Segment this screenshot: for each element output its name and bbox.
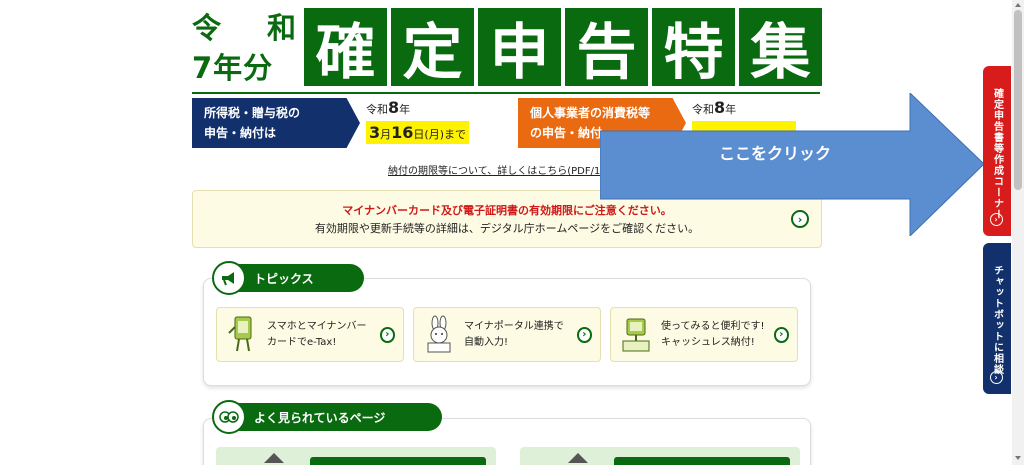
until-label: まで: [444, 128, 466, 141]
smartphone-character-icon: [228, 316, 252, 351]
topic-card-line1: マイナポータル連携で: [464, 320, 564, 332]
annotation-arrow: [600, 93, 984, 236]
year-prefix: 令和: [366, 103, 388, 116]
popular-card-bar: [310, 457, 486, 465]
title-char: 特: [652, 8, 735, 88]
income-label-line1: 所得税・贈与税の: [204, 106, 301, 120]
title-char: 申: [478, 8, 561, 88]
month-unit: 月: [380, 128, 392, 141]
creation-corner-label: 確定申告書等作成コーナー: [991, 88, 1003, 220]
megaphone-icon: [212, 261, 246, 295]
era-char-wa: 和: [266, 11, 296, 45]
chevron-right-icon: ›: [990, 371, 1003, 384]
income-deadline-year: 令和8年: [366, 98, 469, 117]
chevron-right-icon: ›: [773, 326, 789, 343]
income-tax-deadline-label: 所得税・贈与税の 申告・納付は: [192, 98, 360, 148]
computer-character-icon: [622, 318, 650, 351]
house-icon: [568, 453, 588, 463]
title-char: 定: [391, 8, 474, 88]
title-char: 確: [304, 8, 387, 88]
era-year: 7年分: [192, 51, 274, 85]
topics-panel: スマホとマイナンバー カードでe-Tax! › マイナポータル連携で 自動入力! ›…: [203, 278, 811, 386]
month-number: 3: [369, 123, 381, 142]
topic-card-line2: カードでe-Tax!: [267, 336, 337, 348]
chevron-right-icon: ›: [379, 326, 395, 343]
house-icon: [264, 453, 284, 463]
weekday: (月): [424, 128, 444, 141]
income-deadline-monthday: 3月16日(月)まで: [366, 121, 469, 144]
title-char: 集: [739, 8, 822, 88]
topic-card-line2: 自動入力!: [464, 336, 509, 348]
chatbot-label: チャットボットに相談: [991, 265, 1003, 375]
day-number: 16: [391, 123, 414, 142]
scroll-up-arrow-icon[interactable]: [1015, 3, 1021, 7]
tax-return-creation-corner-tab[interactable]: 確定申告書等作成コーナー ›: [983, 66, 1011, 236]
topic-card-smartphone-etax[interactable]: スマホとマイナンバー カードでe-Tax! ›: [216, 307, 404, 362]
topic-card-line1: 使ってみると便利です!: [661, 320, 765, 332]
deadline-details-link[interactable]: 納付の期限等について、詳しくはこちら(PDF/1.7M: [388, 162, 618, 177]
topics-heading: トピックス: [212, 261, 364, 295]
popular-card[interactable]: [520, 447, 800, 465]
rabbit-character-icon: [427, 315, 451, 352]
popular-card-bar: [614, 457, 790, 465]
era-label: 令 和 7年分: [192, 8, 302, 88]
topic-card-line1: スマホとマイナンバー: [267, 320, 367, 332]
income-label-line2: 申告・納付は: [204, 126, 277, 140]
page-title: 確 定 申 告 特 集: [304, 8, 822, 88]
chevron-right-icon: ›: [576, 326, 592, 343]
scroll-down-arrow-icon[interactable]: [1015, 456, 1021, 460]
year-suffix: 年: [399, 103, 411, 116]
income-tax-deadline-date: 令和8年 3月16日(月)まで: [366, 98, 469, 144]
year-number: 8: [388, 98, 400, 117]
era-char-rei: 令: [192, 11, 222, 45]
topic-card-line2: キャッシュレス納付!: [661, 336, 755, 348]
topic-card-cashless-payment[interactable]: 使ってみると便利です! キャッシュレス納付! ›: [610, 307, 798, 362]
day-unit: 日: [413, 128, 425, 141]
tax-return-special-page: 令和 7年分 確 定 申 告 特 集 所得税・贈与税の 申告・納付は 令和8年 …: [0, 0, 1024, 465]
chevron-right-icon: ›: [990, 213, 1003, 226]
popular-heading-text: よく見られているページ: [254, 410, 386, 425]
eyes-icon: [212, 400, 246, 434]
scroll-thumb[interactable]: [1014, 10, 1022, 190]
topics-heading-text: トピックス: [254, 271, 314, 286]
title-char: 告: [565, 8, 648, 88]
chatbot-tab[interactable]: チャットボットに相談 ›: [983, 243, 1011, 394]
popular-card[interactable]: [216, 447, 496, 465]
popular-pages-heading: よく見られているページ: [212, 400, 442, 434]
topic-card-mynaportal[interactable]: マイナポータル連携で 自動入力! ›: [413, 307, 601, 362]
